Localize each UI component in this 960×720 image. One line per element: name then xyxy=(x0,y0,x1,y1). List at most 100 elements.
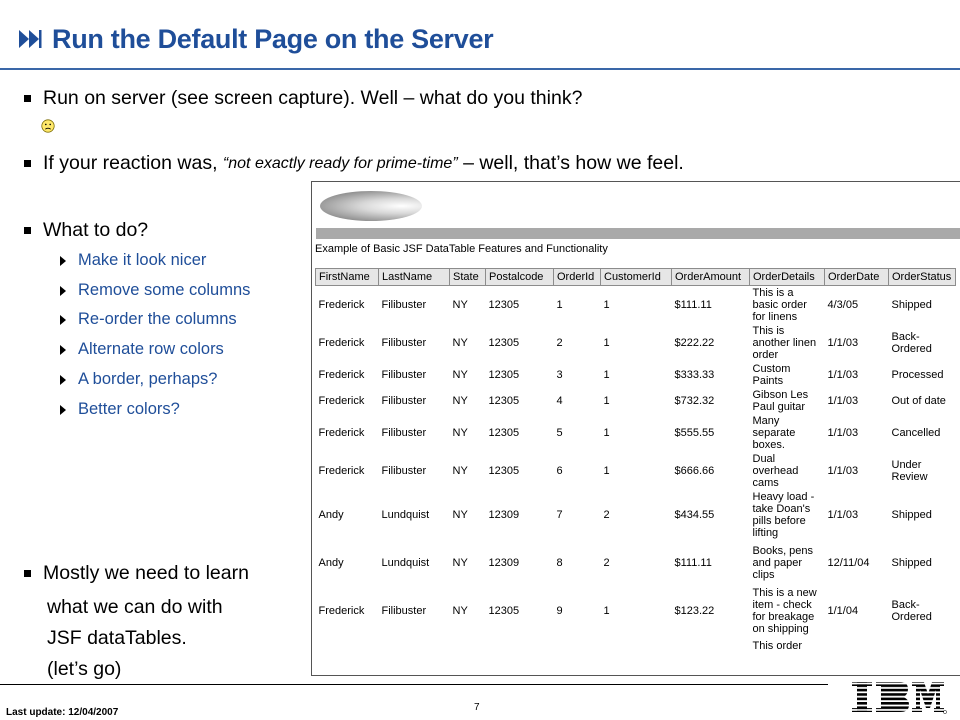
table-cell: NY xyxy=(452,464,468,477)
sub-item-label: Better colors? xyxy=(78,400,180,418)
table-cell: Under Review xyxy=(891,458,928,483)
reaction-prefix: If your reaction was, xyxy=(43,152,223,174)
table-cell: Back-Ordered xyxy=(891,598,932,623)
table-cell: Many separate boxes. xyxy=(752,414,796,451)
column-header[interactable]: Postalcode xyxy=(485,268,554,286)
bullet-square-icon xyxy=(24,570,31,577)
triangle-bullet-icon xyxy=(60,374,66,385)
fast-forward-icon xyxy=(19,30,42,48)
last-update: Last update: 12/04/2007 xyxy=(6,707,119,718)
table-cell: Frederick xyxy=(318,604,365,617)
column-header[interactable]: CustomerId xyxy=(600,268,672,286)
table-cell: NY xyxy=(452,368,468,381)
table-cell: NY xyxy=(452,556,468,569)
table-cell: $111.11 xyxy=(674,298,712,311)
column-header[interactable]: FirstName xyxy=(315,268,379,286)
table-cell: Andy xyxy=(318,556,344,569)
table-cell: 1/1/03 xyxy=(827,464,859,477)
table-cell: Filibuster xyxy=(381,604,427,617)
table-cell: 1 xyxy=(603,426,610,439)
bullet-run-on-server: Run on server (see screen capture). Well… xyxy=(24,87,582,110)
ibm-logo xyxy=(852,682,947,714)
table-cell: 12305 xyxy=(488,604,520,617)
table-row: Frederick Filibuster NY 12305 4 1 $732.3… xyxy=(316,388,956,414)
column-header[interactable]: LastName xyxy=(378,268,450,286)
column-header[interactable]: OrderAmount xyxy=(671,268,750,286)
column-header[interactable]: OrderDate xyxy=(824,268,889,286)
table-cell: 1/1/04 xyxy=(827,604,859,617)
triangle-bullet-icon xyxy=(60,285,66,296)
table-cell: 12305 xyxy=(488,336,520,349)
sub-item-alternate-rows: Alternate row colors xyxy=(60,340,224,359)
table-cell xyxy=(672,636,750,656)
table-cell: Andy xyxy=(318,508,344,521)
table-row: Frederick Filibuster NY 12305 2 1 $222.2… xyxy=(316,324,956,362)
title-divider xyxy=(0,68,960,70)
table-cell: Shipped xyxy=(891,556,932,569)
table-cell: 1/1/03 xyxy=(827,426,859,439)
table-cell: Cancelled xyxy=(891,426,941,439)
data-table: FirstName LastName State Postalcode Orde… xyxy=(315,268,956,656)
table-cell: 1 xyxy=(603,464,610,477)
table-cell: Filibuster xyxy=(381,394,427,407)
table-cell: Shipped xyxy=(891,508,932,521)
reaction-suffix: – well, that’s how we feel. xyxy=(457,152,684,174)
table-cell: Frederick xyxy=(318,368,365,381)
screen-capture: Example of Basic JSF DataTable Features … xyxy=(311,181,960,676)
triangle-bullet-icon xyxy=(60,344,66,355)
table-cell: 12305 xyxy=(488,368,520,381)
table-cell xyxy=(601,636,672,656)
table-cell: 12305 xyxy=(488,298,520,311)
table-cell: Out of date xyxy=(891,394,946,407)
table-cell: This is another linen order xyxy=(752,324,817,361)
table-cell: Lundquist xyxy=(381,556,430,569)
column-header[interactable]: OrderDetails xyxy=(749,268,825,286)
table-row: Frederick Filibuster NY 12305 5 1 $555.5… xyxy=(316,414,956,452)
table-cell: Frederick xyxy=(318,426,365,439)
table-cell: NY xyxy=(452,426,468,439)
table-header-row: FirstName LastName State Postalcode Orde… xyxy=(315,268,956,286)
table-cell: Dual overhead cams xyxy=(752,452,799,489)
bullet-reaction: If your reaction was, “not exactly ready… xyxy=(24,152,684,175)
bullet-text: Mostly we need to learn xyxy=(43,562,249,584)
bullet-text: What to do? xyxy=(43,219,149,241)
slide-title: Run the Default Page on the Server xyxy=(52,23,494,54)
frown-face-icon xyxy=(41,119,55,133)
table-cell: 1 xyxy=(603,368,610,381)
header-bar xyxy=(316,228,960,239)
table-cell: $222.22 xyxy=(674,336,715,349)
table-cell: This is a basic order for linens xyxy=(752,286,807,323)
table-cell xyxy=(825,636,889,656)
column-header[interactable]: State xyxy=(449,268,486,286)
sub-item-remove-columns: Remove some columns xyxy=(60,281,250,300)
column-header[interactable]: OrderId xyxy=(553,268,601,286)
bullet-square-icon xyxy=(24,160,31,167)
table-cell: 2 xyxy=(556,336,563,349)
table-row: This order xyxy=(316,636,956,656)
table-cell: Processed xyxy=(891,368,944,381)
sub-item-better-colors: Better colors? xyxy=(60,400,180,419)
bullet-mostly-line2: what we can do with xyxy=(47,596,223,618)
table-cell: Books, pens and paper clips xyxy=(752,544,814,581)
table-cell: NY xyxy=(452,604,468,617)
table-cell: 5 xyxy=(556,426,563,439)
triangle-bullet-icon xyxy=(60,255,66,266)
table-cell: 1 xyxy=(556,298,563,311)
table-cell: NY xyxy=(452,508,468,521)
table-cell: 2 xyxy=(603,508,610,521)
gradient-logo-shape xyxy=(320,191,422,221)
table-cell: This order xyxy=(752,639,803,652)
column-header[interactable]: OrderStatus xyxy=(888,268,956,286)
table-cell: 1/1/03 xyxy=(827,508,859,521)
table-cell: 6 xyxy=(556,464,563,477)
sub-item-make-nicer: Make it look nicer xyxy=(60,251,206,270)
table-cell: 2 xyxy=(603,556,610,569)
table-cell: $555.55 xyxy=(674,426,715,439)
table-cell: 9 xyxy=(556,604,563,617)
table-cell: Heavy load - take Doan's pills before li… xyxy=(752,490,815,539)
table-cell: 8 xyxy=(556,556,563,569)
sub-item-label: Re-order the columns xyxy=(78,310,237,328)
sub-item-label: A border, perhaps? xyxy=(78,370,218,388)
table-cell: $434.55 xyxy=(674,508,715,521)
table-cell: Lundquist xyxy=(381,508,430,521)
